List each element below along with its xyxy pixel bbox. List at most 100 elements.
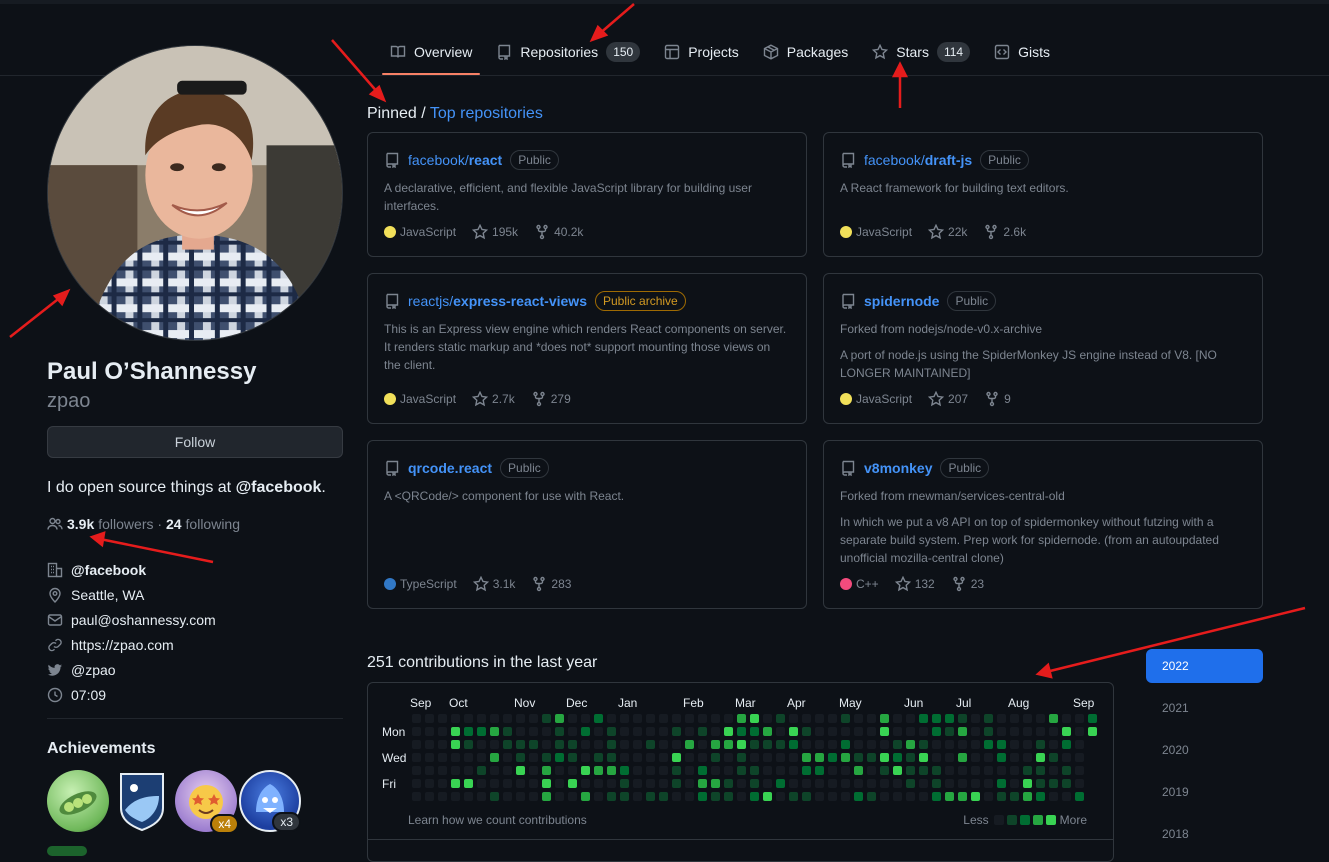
contribution-day-cell[interactable] <box>659 766 668 775</box>
contribution-day-cell[interactable] <box>854 753 863 762</box>
contribution-day-cell[interactable] <box>919 727 928 736</box>
contribution-day-cell[interactable] <box>854 740 863 749</box>
contribution-day-cell[interactable] <box>672 714 681 723</box>
contribution-day-cell[interactable] <box>633 714 642 723</box>
repo-forks-link[interactable]: 279 <box>531 391 571 407</box>
contribution-day-cell[interactable] <box>984 714 993 723</box>
contribution-day-cell[interactable] <box>1075 792 1084 801</box>
contribution-day-cell[interactable] <box>412 792 421 801</box>
contribution-day-cell[interactable] <box>425 766 434 775</box>
contribution-day-cell[interactable] <box>672 766 681 775</box>
contribution-day-cell[interactable] <box>438 766 447 775</box>
contribution-day-cell[interactable] <box>646 714 655 723</box>
contribution-day-cell[interactable] <box>984 740 993 749</box>
contribution-day-cell[interactable] <box>958 766 967 775</box>
contribution-day-cell[interactable] <box>490 753 499 762</box>
contribution-day-cell[interactable] <box>412 740 421 749</box>
contribution-day-cell[interactable] <box>776 792 785 801</box>
contribution-day-cell[interactable] <box>568 766 577 775</box>
contribution-day-cell[interactable] <box>880 727 889 736</box>
contribution-day-cell[interactable] <box>464 753 473 762</box>
contribution-day-cell[interactable] <box>529 727 538 736</box>
contribution-day-cell[interactable] <box>880 766 889 775</box>
contribution-day-cell[interactable] <box>1036 740 1045 749</box>
contribution-day-cell[interactable] <box>984 792 993 801</box>
year-button-2018[interactable]: 2018 <box>1146 817 1263 851</box>
contribution-day-cell[interactable] <box>802 727 811 736</box>
contribution-day-cell[interactable] <box>815 766 824 775</box>
contribution-day-cell[interactable] <box>763 766 772 775</box>
contribution-day-cell[interactable] <box>763 792 772 801</box>
contribution-day-cell[interactable] <box>815 714 824 723</box>
contribution-day-cell[interactable] <box>984 779 993 788</box>
year-button-2019[interactable]: 2019 <box>1146 775 1263 809</box>
contribution-day-cell[interactable] <box>477 779 486 788</box>
contribution-day-cell[interactable] <box>724 714 733 723</box>
contribution-day-cell[interactable] <box>516 792 525 801</box>
contribution-day-cell[interactable] <box>516 753 525 762</box>
contribution-day-cell[interactable] <box>555 727 564 736</box>
contribution-day-cell[interactable] <box>594 714 603 723</box>
contribution-day-cell[interactable] <box>490 792 499 801</box>
contribution-day-cell[interactable] <box>789 753 798 762</box>
repo-stars-link[interactable]: 22k <box>928 224 967 240</box>
contribution-day-cell[interactable] <box>1036 779 1045 788</box>
contribution-day-cell[interactable] <box>633 779 642 788</box>
contribution-day-cell[interactable] <box>568 779 577 788</box>
year-button-2022[interactable]: 2022 <box>1146 649 1263 683</box>
contribution-day-cell[interactable] <box>425 792 434 801</box>
contribution-day-cell[interactable] <box>841 792 850 801</box>
contribution-day-cell[interactable] <box>620 714 629 723</box>
contribution-day-cell[interactable] <box>1049 766 1058 775</box>
detail-email[interactable]: paul@oshannessy.com <box>47 607 216 632</box>
contribution-day-cell[interactable] <box>477 792 486 801</box>
contribution-day-cell[interactable] <box>1075 753 1084 762</box>
contribution-day-cell[interactable] <box>438 753 447 762</box>
repo-forks-link[interactable]: 283 <box>531 576 571 592</box>
contribution-day-cell[interactable] <box>516 779 525 788</box>
contribution-day-cell[interactable] <box>1075 714 1084 723</box>
tab-packages[interactable]: Packages <box>755 34 856 70</box>
contribution-day-cell[interactable] <box>932 766 941 775</box>
contribution-day-cell[interactable] <box>841 753 850 762</box>
contribution-day-cell[interactable] <box>698 779 707 788</box>
contribution-day-cell[interactable] <box>633 753 642 762</box>
contribution-day-cell[interactable] <box>555 740 564 749</box>
contribution-day-cell[interactable] <box>737 714 746 723</box>
contribution-day-cell[interactable] <box>893 727 902 736</box>
contribution-day-cell[interactable] <box>529 779 538 788</box>
contribution-day-cell[interactable] <box>1023 753 1032 762</box>
contribution-day-cell[interactable] <box>672 740 681 749</box>
contribution-day-cell[interactable] <box>997 792 1006 801</box>
contribution-day-cell[interactable] <box>802 753 811 762</box>
contribution-day-cell[interactable] <box>997 779 1006 788</box>
contribution-day-cell[interactable] <box>867 727 876 736</box>
contribution-day-cell[interactable] <box>568 792 577 801</box>
contribution-day-cell[interactable] <box>646 753 655 762</box>
contribution-day-cell[interactable] <box>945 740 954 749</box>
contribution-day-cell[interactable] <box>906 753 915 762</box>
repo-link[interactable]: v8monkey <box>864 460 932 476</box>
contribution-day-cell[interactable] <box>919 792 928 801</box>
contribution-day-cell[interactable] <box>997 766 1006 775</box>
contribution-day-cell[interactable] <box>1023 779 1032 788</box>
contribution-day-cell[interactable] <box>984 753 993 762</box>
contribution-day-cell[interactable] <box>737 740 746 749</box>
contribution-day-cell[interactable] <box>646 766 655 775</box>
contribution-day-cell[interactable] <box>1062 792 1071 801</box>
contribution-day-cell[interactable] <box>685 792 694 801</box>
contribution-day-cell[interactable] <box>854 766 863 775</box>
contribution-day-cell[interactable] <box>880 740 889 749</box>
contribution-day-cell[interactable] <box>594 766 603 775</box>
tab-gists[interactable]: Gists <box>986 34 1058 70</box>
contribution-day-cell[interactable] <box>815 753 824 762</box>
contribution-day-cell[interactable] <box>945 766 954 775</box>
contribution-day-cell[interactable] <box>711 766 720 775</box>
contribution-day-cell[interactable] <box>685 714 694 723</box>
contribution-day-cell[interactable] <box>503 792 512 801</box>
follow-button[interactable]: Follow <box>47 426 343 458</box>
contribution-day-cell[interactable] <box>451 792 460 801</box>
contribution-day-cell[interactable] <box>906 727 915 736</box>
contribution-day-cell[interactable] <box>828 727 837 736</box>
contribution-day-cell[interactable] <box>750 727 759 736</box>
